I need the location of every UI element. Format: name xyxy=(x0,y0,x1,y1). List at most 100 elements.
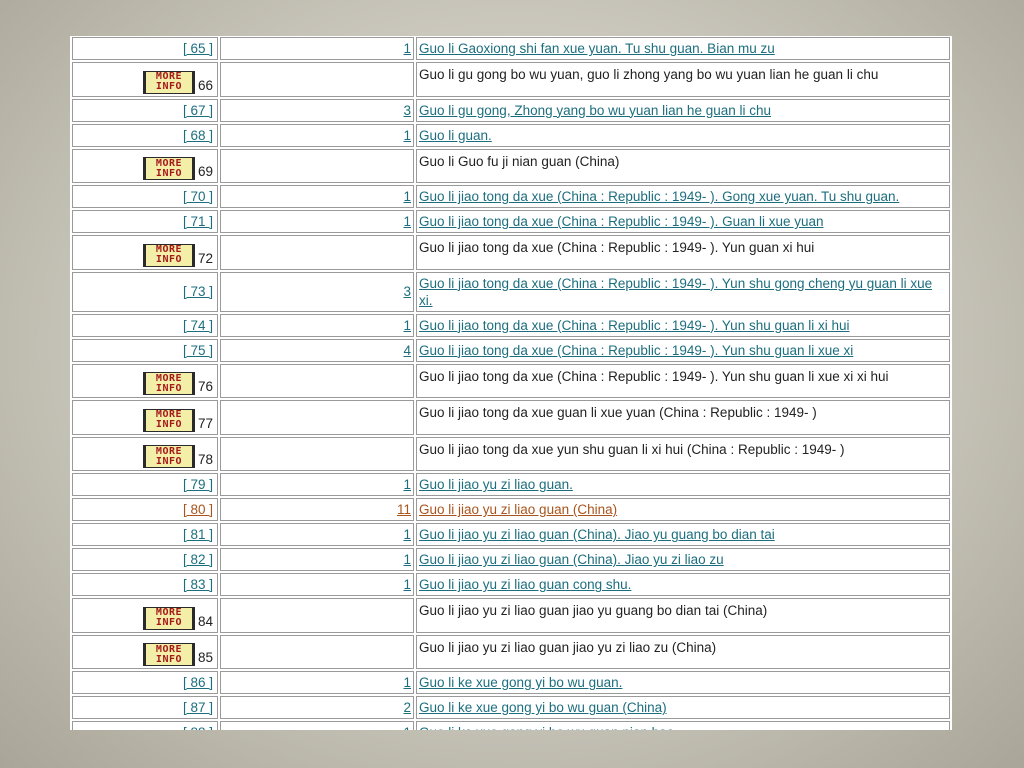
row-number: 84 xyxy=(197,613,213,629)
index-link[interactable]: [ 81 ] xyxy=(183,527,213,542)
count-cell: 1 xyxy=(220,473,414,496)
heading-link[interactable]: Guo li gu gong, Zhong yang bo wu yuan li… xyxy=(419,103,771,118)
count-link[interactable]: 1 xyxy=(403,527,411,542)
count-link[interactable]: 1 xyxy=(403,675,411,690)
result-row: [ 70 ] 1 Guo li jiao tong da xue (China : … xyxy=(72,185,950,208)
more-info-group: MORE INFO 76 xyxy=(142,372,213,395)
row-number: 69 xyxy=(197,164,213,179)
count-link[interactable]: 1 xyxy=(403,552,411,567)
index-link[interactable]: [ 88 ] xyxy=(183,725,213,730)
index-link[interactable]: [ 68 ] xyxy=(183,128,213,143)
index-link[interactable]: [ 82 ] xyxy=(183,552,213,567)
heading-link[interactable]: Guo li jiao tong da xue (China : Republi… xyxy=(419,189,899,204)
more-info-button[interactable]: MORE INFO xyxy=(142,70,195,94)
index-cell: [ 70 ] xyxy=(72,185,218,208)
count-link[interactable]: 11 xyxy=(397,502,411,517)
heading-cell: Guo li jiao yu zi liao guan cong shu. xyxy=(416,573,950,596)
heading-cell: Guo li Gaoxiong shi fan xue yuan. Tu shu… xyxy=(416,37,950,60)
count-link[interactable]: 1 xyxy=(403,318,411,333)
heading-cell: Guo li guan. xyxy=(416,123,950,147)
more-info-button[interactable]: MORE INFO xyxy=(142,445,195,468)
heading-cell: Guo li jiao yu zi liao guan. xyxy=(416,473,950,496)
count-cell: 1 xyxy=(220,185,414,208)
heading-link[interactable]: Guo li guan. xyxy=(419,128,492,143)
index-cell: [ 80 ] xyxy=(72,498,218,521)
count-link[interactable]: 1 xyxy=(403,189,411,204)
heading-link[interactable]: Guo li jiao tong da xue (China : Republi… xyxy=(419,276,932,308)
more-info-button[interactable]: MORE INFO xyxy=(142,408,195,432)
result-row: [ 74 ] 1 Guo li jiao tong da xue (China : … xyxy=(72,313,950,337)
index-link[interactable]: [ 75 ] xyxy=(183,343,213,358)
more-info-button[interactable]: MORE INFO xyxy=(142,243,195,267)
more-info-group: MORE INFO 72 xyxy=(142,243,213,267)
heading-link[interactable]: Guo li ke xue gong yi bo wu guan. xyxy=(419,675,622,690)
result-row: [ 83 ] 1 Guo li jiao yu zi liao guan cong … xyxy=(72,573,950,596)
heading-link[interactable]: Guo li jiao tong da xue (China : Republi… xyxy=(419,214,824,229)
heading-cell: Guo li jiao tong da xue guan li xue yuan… xyxy=(416,400,950,435)
index-link[interactable]: [ 80 ] xyxy=(183,502,213,517)
index-link[interactable]: [ 65 ] xyxy=(183,41,213,56)
more-info-row: MORE INFO 85 Guo li jiao yu zi liao guan ji… xyxy=(72,634,950,669)
heading-link[interactable]: Guo li ke xue gong yi bo wu guan nian ba… xyxy=(419,725,678,730)
count-link[interactable]: 1 xyxy=(403,41,411,56)
heading-cell: Guo li jiao tong da xue (China : Republi… xyxy=(416,313,950,337)
heading-link[interactable]: Guo li jiao yu zi liao guan (China). Jia… xyxy=(419,552,724,567)
index-cell: [ 79 ] xyxy=(72,473,218,496)
index-link[interactable]: [ 70 ] xyxy=(183,189,213,204)
heading-link[interactable]: Guo li Gaoxiong shi fan xue yuan. Tu shu… xyxy=(419,41,775,56)
index-cell: MORE INFO 72 xyxy=(72,235,218,270)
count-link[interactable]: 1 xyxy=(403,477,411,492)
heading-text: Guo li jiao yu zi liao guan jiao yu zi l… xyxy=(419,639,717,655)
heading-text: Guo li jiao tong da xue yun shu guan li … xyxy=(419,441,845,457)
heading-link[interactable]: Guo li jiao yu zi liao guan. xyxy=(419,477,573,492)
count-link[interactable]: 1 xyxy=(403,725,411,730)
index-link[interactable]: [ 73 ] xyxy=(183,284,213,299)
heading-link[interactable]: Guo li jiao tong da xue (China : Republi… xyxy=(419,343,853,358)
results-table-body: [ 65 ] 1 Guo li Gaoxiong shi fan xue yuan.… xyxy=(72,37,950,730)
count-link[interactable]: 4 xyxy=(403,343,411,358)
more-info-label-line2: INFO xyxy=(155,653,183,665)
index-link[interactable]: [ 83 ] xyxy=(183,577,213,592)
heading-cell: Guo li jiao tong da xue yun shu guan li … xyxy=(416,436,950,471)
more-info-label-line1: MORE xyxy=(155,372,183,384)
heading-link[interactable]: Guo li jiao tong da xue (China : Republi… xyxy=(419,318,850,333)
row-number: 85 xyxy=(197,650,213,665)
more-info-label-line1: MORE xyxy=(155,445,183,457)
more-info-row: MORE INFO 66 Guo li gu gong bo wu yuan, guo… xyxy=(72,62,950,97)
heading-link[interactable]: Guo li jiao yu zi liao guan cong shu. xyxy=(419,577,631,592)
count-link[interactable]: 1 xyxy=(403,214,411,229)
count-cell: 1 xyxy=(220,313,414,337)
count-link[interactable]: 1 xyxy=(403,128,411,143)
result-row: [ 68 ] 1 Guo li guan. xyxy=(72,123,950,147)
index-link[interactable]: [ 74 ] xyxy=(183,318,213,333)
heading-cell: Guo li jiao yu zi liao guan jiao yu guan… xyxy=(416,598,950,633)
index-cell: [ 88 ] xyxy=(72,721,218,730)
heading-text: Guo li Guo fu ji nian guan (China) xyxy=(419,153,620,169)
more-info-button[interactable]: MORE INFO xyxy=(142,372,195,395)
result-row: [ 80 ] 11 Guo li jiao yu zi liao guan (Chi… xyxy=(72,498,950,521)
more-info-button[interactable]: MORE INFO xyxy=(142,606,195,630)
index-link[interactable]: [ 86 ] xyxy=(183,675,213,690)
index-link[interactable]: [ 87 ] xyxy=(183,700,213,715)
count-link[interactable]: 1 xyxy=(403,577,411,592)
count-cell: 1 xyxy=(220,671,414,694)
more-info-button[interactable]: MORE INFO xyxy=(142,157,195,180)
index-cell: [ 73 ] xyxy=(72,271,218,312)
heading-link[interactable]: Guo li jiao yu zi liao guan (China). Jia… xyxy=(419,527,775,542)
heading-cell: Guo li jiao yu zi liao guan (China). Jia… xyxy=(416,523,950,546)
more-info-button[interactable]: MORE INFO xyxy=(142,643,195,666)
heading-link[interactable]: Guo li jiao yu zi liao guan (China) xyxy=(419,502,617,517)
index-cell: [ 68 ] xyxy=(72,123,218,147)
heading-link[interactable]: Guo li ke xue gong yi bo wu guan (China) xyxy=(419,700,667,715)
count-link[interactable]: 3 xyxy=(403,103,411,118)
index-link[interactable]: [ 67 ] xyxy=(183,103,213,118)
index-link[interactable]: [ 79 ] xyxy=(183,477,213,492)
heading-cell: Guo li jiao tong da xue (China : Republi… xyxy=(416,338,950,362)
index-cell: [ 87 ] xyxy=(72,696,218,719)
result-row: [ 81 ] 1 Guo li jiao yu zi liao guan (Chin… xyxy=(72,523,950,546)
count-link[interactable]: 3 xyxy=(403,284,411,299)
index-link[interactable]: [ 71 ] xyxy=(183,214,213,229)
count-link[interactable]: 2 xyxy=(403,700,411,715)
row-number: 76 xyxy=(197,379,213,394)
more-info-row: MORE INFO 78 Guo li jiao tong da xue yun sh… xyxy=(72,436,950,471)
